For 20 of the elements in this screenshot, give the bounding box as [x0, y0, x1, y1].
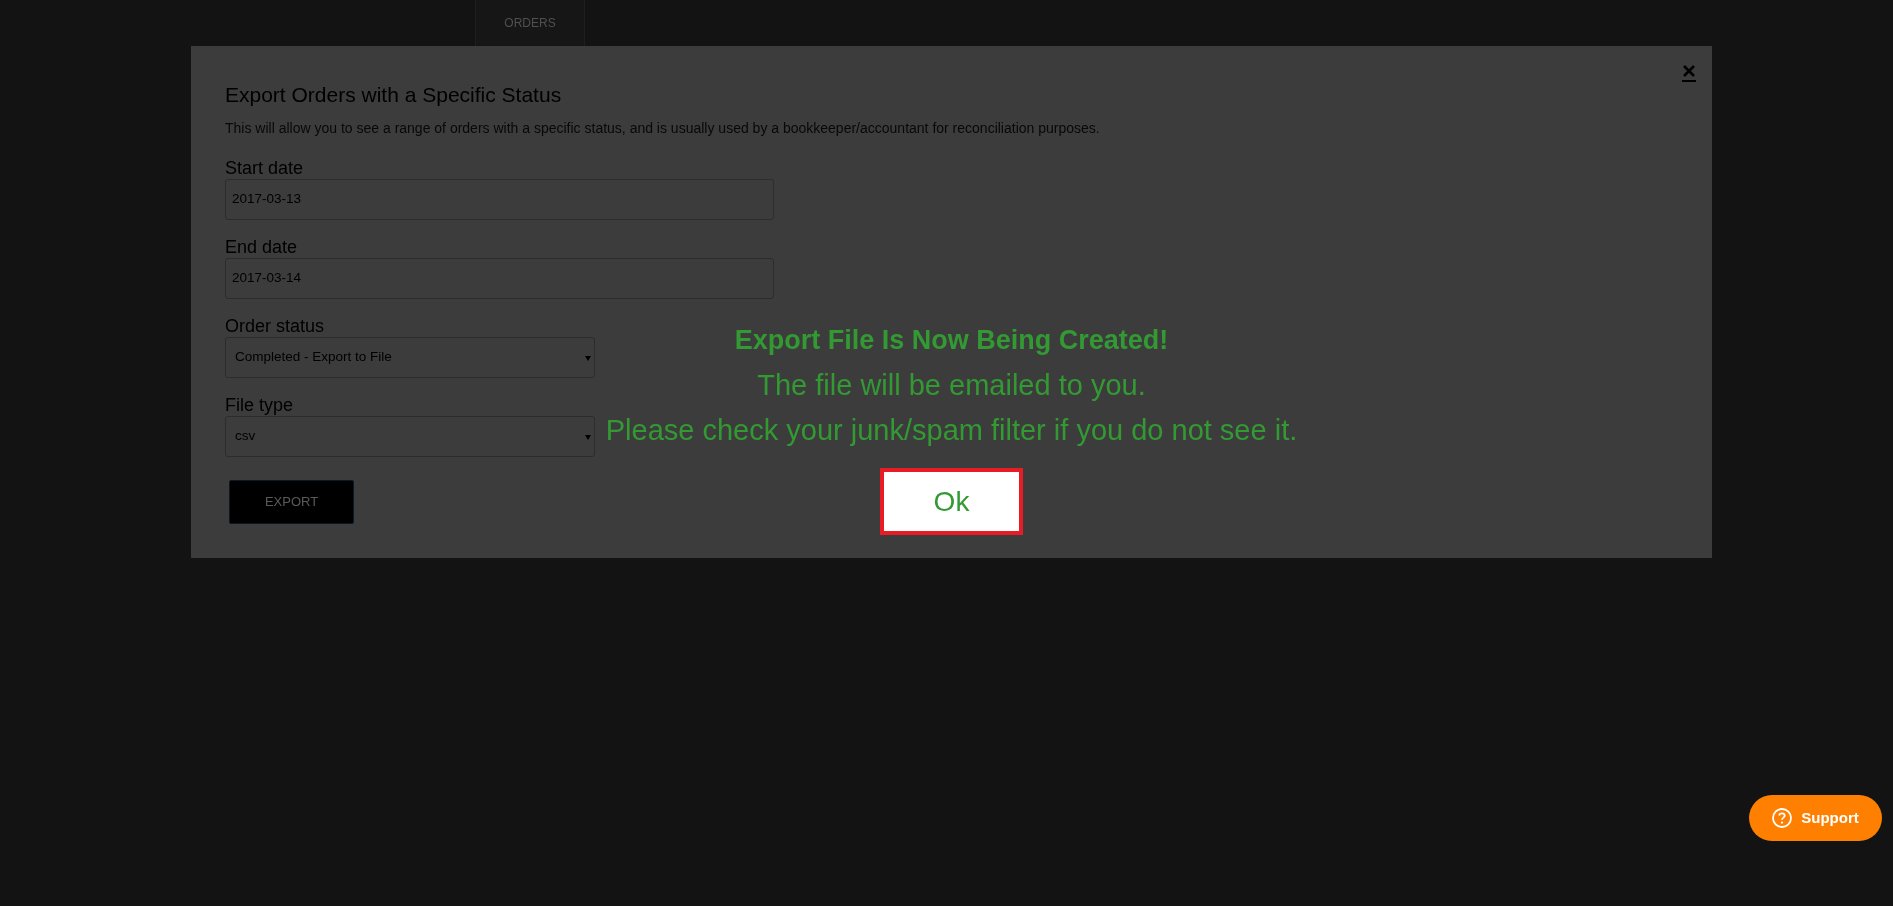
help-icon	[1772, 808, 1793, 828]
input-field[interactable]: 2017-03-13	[225, 179, 774, 220]
field-label: File type	[225, 395, 294, 415]
field-label: Start date	[225, 158, 304, 178]
support-button[interactable]: Support	[1749, 795, 1882, 841]
notice-title: Export File Is Now Being Created!	[734, 326, 1169, 354]
input-field[interactable]: 2017-03-14	[225, 258, 774, 299]
notice-text: The file will be emailed to you.	[757, 368, 1146, 403]
caret-icon	[585, 435, 591, 440]
select-field[interactable]: Completed - Export to File	[225, 337, 595, 378]
ok-button[interactable]: Ok	[880, 468, 1023, 535]
dialog-title: Export Orders with a Specific Status	[225, 82, 562, 108]
field-label: Order status	[225, 316, 325, 336]
export-button[interactable]: EXPORT	[229, 480, 354, 524]
field-label: End date	[225, 237, 298, 257]
select-field[interactable]: csv	[225, 416, 595, 457]
caret-icon	[585, 356, 591, 361]
close-icon[interactable]	[1681, 65, 1697, 83]
nav-tab[interactable]: ORDERS	[475, 0, 585, 46]
notice-text: Please check your junk/spam filter if you do not see it.	[605, 413, 1298, 448]
